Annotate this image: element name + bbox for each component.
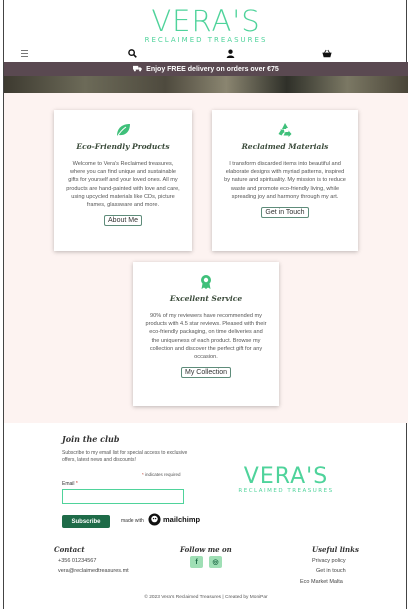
- subscribe-button[interactable]: Subscribe: [62, 515, 110, 528]
- logo-sub-text: RECLAIMED TREASURES: [144, 36, 268, 44]
- instagram-icon[interactable]: ◎: [209, 556, 222, 568]
- get-in-touch-link[interactable]: Get in touch: [316, 568, 346, 574]
- contact-title: Contact: [54, 545, 85, 554]
- privacy-policy-link[interactable]: Privacy policy: [312, 558, 346, 564]
- copyright-text: © 2023 Vera's Reclaimed Treasures | Crea…: [144, 595, 268, 600]
- newsletter-title: Join the club: [62, 434, 120, 444]
- card-text: I transform discarded items into beautif…: [224, 161, 346, 200]
- follow-title: Follow me on: [180, 545, 232, 554]
- navbar: [4, 44, 408, 62]
- feature-card-eco: Eco-Friendly Products Welcome to Vera's …: [54, 110, 192, 251]
- made-with-text: made with: [121, 518, 144, 524]
- feature-card-service: Excellent Service 90% of my reviewers ha…: [133, 262, 279, 406]
- required-note: * indicates required: [142, 472, 181, 477]
- footer-logo-sub: RECLAIMED TREASURES: [238, 488, 334, 494]
- phone-link[interactable]: +356 01234567: [58, 558, 96, 564]
- truck-icon: [133, 65, 143, 74]
- card-title: Reclaimed Materials: [241, 142, 329, 151]
- newsletter-description: Subscribe to my email list for special a…: [62, 450, 188, 463]
- logo-main-text: VERA'S: [151, 4, 261, 38]
- hero-image: [4, 76, 408, 93]
- required-note-text: indicates required: [145, 472, 181, 477]
- card-title: Eco-Friendly Products: [76, 142, 170, 151]
- user-icon[interactable]: [223, 46, 237, 60]
- search-icon[interactable]: [125, 46, 139, 60]
- eco-market-link[interactable]: Eco Market Malta: [300, 579, 343, 585]
- recycle-icon: [277, 122, 293, 138]
- facebook-icon[interactable]: f: [190, 556, 203, 568]
- site-logo[interactable]: VERA'S RECLAIMED TREASURES: [4, 6, 408, 44]
- useful-links-title: Useful links: [312, 545, 359, 554]
- card-text: 90% of my reviewers have recommended my …: [145, 313, 267, 361]
- footer-logo-main: VERA'S: [243, 464, 329, 489]
- mailchimp-logo[interactable]: mailchimp: [148, 513, 200, 526]
- email-label: Email *: [62, 481, 78, 487]
- leaf-icon: [115, 122, 131, 138]
- feature-card-materials: Reclaimed Materials I transform discarde…: [212, 110, 358, 251]
- delivery-banner: Enjoy FREE delivery on orders over €75: [4, 62, 408, 76]
- card-title: Excellent Service: [169, 294, 243, 303]
- banner-text: Enjoy FREE delivery on orders over €75: [146, 65, 279, 73]
- page-frame: VERA'S RECLAIMED TREASURES Enjoy FREE de…: [3, 0, 408, 609]
- basket-icon[interactable]: [320, 46, 334, 60]
- get-in-touch-button[interactable]: Get in Touch: [261, 207, 309, 219]
- mailchimp-text: mailchimp: [163, 515, 201, 524]
- hamburger-menu-icon[interactable]: [17, 46, 31, 60]
- about-me-button[interactable]: About Me: [104, 215, 142, 227]
- award-icon: [198, 274, 214, 290]
- my-collection-button[interactable]: My Collection: [180, 367, 231, 379]
- email-label-text: Email: [62, 481, 75, 487]
- card-text: Welcome to Vera's Reclaimed treasures, w…: [66, 161, 180, 209]
- email-link[interactable]: vera@reclaimedtreasures.mt: [58, 568, 129, 574]
- footer-logo: VERA'S RECLAIMED TREASURES: [232, 464, 340, 495]
- email-field[interactable]: [62, 489, 184, 504]
